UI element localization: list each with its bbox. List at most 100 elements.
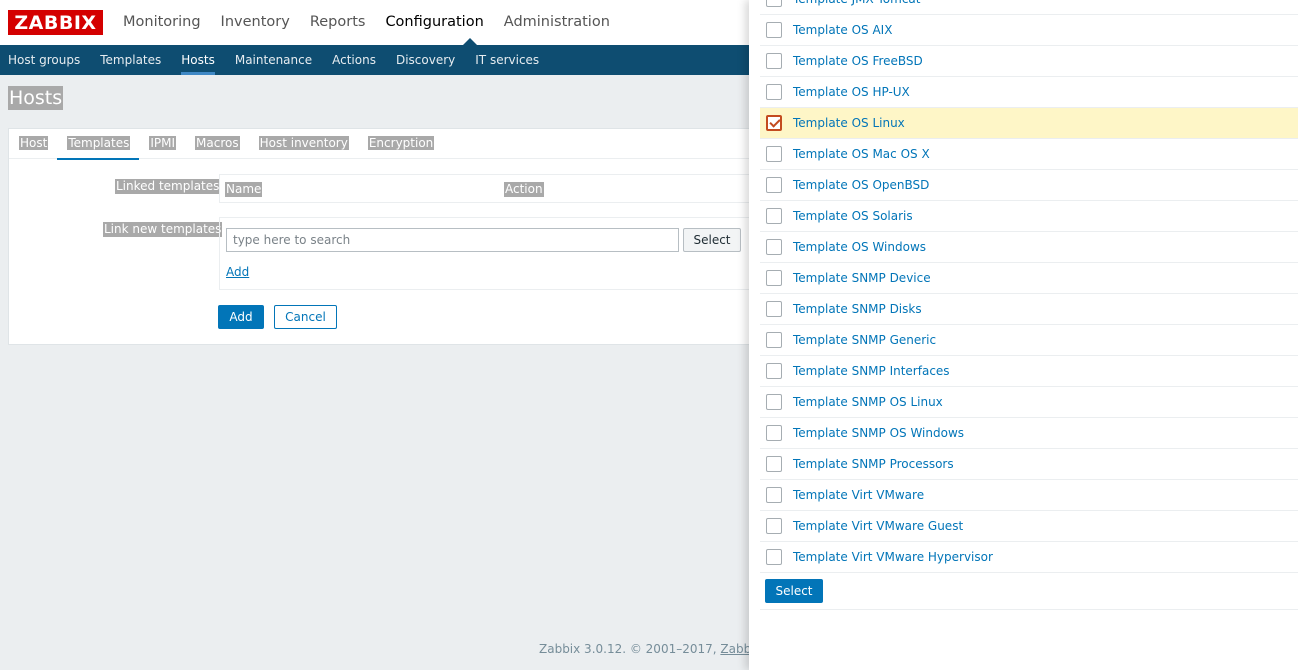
template-name-link[interactable]: Template JMX Tomcat [793, 0, 920, 6]
template-checkbox[interactable] [766, 394, 782, 410]
template-row[interactable]: Template SNMP Device [760, 263, 1298, 294]
template-checkbox[interactable] [766, 456, 782, 472]
select-templates-button[interactable]: Select [683, 228, 741, 252]
template-name-link[interactable]: Template OS OpenBSD [793, 178, 929, 192]
subnav-discovery[interactable]: Discovery [388, 45, 465, 75]
template-name-link[interactable]: Template SNMP Interfaces [793, 364, 950, 378]
template-checkbox[interactable] [766, 518, 782, 534]
template-checkbox[interactable] [766, 0, 782, 7]
tab-ipmi-label: IPMI [149, 136, 177, 150]
template-checkbox[interactable] [766, 332, 782, 348]
overlay-footer: Select [760, 573, 1298, 610]
tab-encryption[interactable]: Encryption [358, 129, 443, 159]
template-name-link[interactable]: Template SNMP Generic [793, 333, 936, 347]
template-row[interactable]: Template SNMP Disks [760, 294, 1298, 325]
subnav-templates[interactable]: Templates [92, 45, 171, 75]
template-checkbox[interactable] [766, 239, 782, 255]
nav-configuration[interactable]: Configuration [375, 0, 493, 45]
footer: Zabbix 3.0.12. © 2001–2017, Zabbix SIA [539, 642, 785, 656]
form-tabs: Host Templates IPMI Macros Host inventor… [9, 129, 769, 160]
nav-reports[interactable]: Reports [300, 0, 376, 45]
template-row[interactable]: Template OS HP-UX [760, 77, 1298, 108]
template-row[interactable]: Template SNMP Interfaces [760, 356, 1298, 387]
active-caret-icon [462, 38, 477, 45]
template-row[interactable]: Template SNMP Processors [760, 449, 1298, 480]
tab-encryption-label: Encryption [367, 136, 435, 150]
template-name-link[interactable]: Template SNMP OS Linux [793, 395, 943, 409]
template-checkbox[interactable] [766, 301, 782, 317]
page-title: Hosts [8, 86, 64, 110]
template-checkbox[interactable] [766, 487, 782, 503]
template-name-link[interactable]: Template OS Windows [793, 240, 926, 254]
footer-copyright: Zabbix 3.0.12. © 2001–2017, [539, 642, 721, 656]
template-row[interactable]: Template OS OpenBSD [760, 170, 1298, 201]
tab-ipmi[interactable]: IPMI [139, 129, 185, 159]
template-row[interactable]: Template SNMP OS Linux [760, 387, 1298, 418]
template-checkbox[interactable] [766, 363, 782, 379]
link-new-templates-label: Link new templates [103, 222, 223, 237]
template-name-link[interactable]: Template SNMP OS Windows [793, 426, 964, 440]
template-search-input[interactable] [226, 228, 679, 252]
nav-configuration-label: Configuration [385, 14, 484, 30]
tab-host-inventory-label: Host inventory [258, 136, 349, 150]
template-name-link[interactable]: Template Virt VMware [793, 488, 924, 502]
tab-host-label: Host [19, 136, 49, 150]
template-checkbox[interactable] [766, 549, 782, 565]
template-checkbox[interactable] [766, 84, 782, 100]
template-name-link[interactable]: Template SNMP Device [793, 271, 931, 285]
subnav-host-groups[interactable]: Host groups [0, 45, 90, 75]
template-name-link[interactable]: Template OS Mac OS X [793, 147, 930, 161]
tab-macros[interactable]: Macros [185, 129, 249, 159]
template-name-link[interactable]: Template SNMP Processors [793, 457, 954, 471]
template-name-link[interactable]: Template OS HP-UX [793, 85, 910, 99]
template-row[interactable]: Template OS Mac OS X [760, 139, 1298, 170]
template-row[interactable]: Template OS AIX [760, 15, 1298, 46]
add-template-link[interactable]: Add [226, 265, 249, 279]
template-checkbox[interactable] [766, 146, 782, 162]
overlay-select-button[interactable]: Select [765, 579, 823, 603]
template-row[interactable]: Template Virt VMware Guest [760, 511, 1298, 542]
template-checkbox[interactable] [766, 22, 782, 38]
nav-monitoring[interactable]: Monitoring [113, 0, 211, 45]
template-row[interactable]: Template SNMP OS Windows [760, 418, 1298, 449]
template-row[interactable]: Template JMX Tomcat [760, 0, 1298, 15]
template-row[interactable]: Template OS FreeBSD [760, 46, 1298, 77]
template-name-link[interactable]: Template OS AIX [793, 23, 892, 37]
template-row[interactable]: Template Virt VMware [760, 480, 1298, 511]
col-action-header: Action [504, 182, 544, 197]
template-checkbox[interactable] [766, 208, 782, 224]
template-checkbox[interactable] [766, 270, 782, 286]
subnav-hosts[interactable]: Hosts [173, 45, 225, 75]
link-new-templates-box: Select Add [219, 217, 769, 290]
template-name-link[interactable]: Template OS Solaris [793, 209, 913, 223]
add-button[interactable]: Add [218, 305, 264, 329]
template-checkbox[interactable] [766, 53, 782, 69]
template-checkbox[interactable] [766, 425, 782, 441]
nav-administration[interactable]: Administration [494, 0, 620, 45]
template-name-link[interactable]: Template Virt VMware Guest [793, 519, 963, 533]
template-checkbox[interactable] [766, 177, 782, 193]
tab-templates[interactable]: Templates [57, 129, 140, 160]
tab-macros-label: Macros [195, 136, 240, 150]
subnav-it-services[interactable]: IT services [467, 45, 549, 75]
template-row[interactable]: Template OS Windows [760, 232, 1298, 263]
template-row[interactable]: Template SNMP Generic [760, 325, 1298, 356]
template-row[interactable]: Template Virt VMware Hypervisor [760, 542, 1298, 573]
template-name-link[interactable]: Template SNMP Disks [793, 302, 922, 316]
cancel-button[interactable]: Cancel [274, 305, 337, 329]
main-nav: Monitoring Inventory Reports Configurati… [113, 0, 620, 45]
tab-templates-label: Templates [67, 136, 131, 150]
template-row[interactable]: Template OS Linux [760, 108, 1298, 139]
template-name-link[interactable]: Template OS Linux [793, 116, 905, 130]
template-checkbox[interactable] [766, 115, 782, 131]
template-row[interactable]: Template OS Solaris [760, 201, 1298, 232]
tab-host-inventory[interactable]: Host inventory [249, 129, 358, 159]
linked-templates-table: Name Action [219, 174, 769, 203]
zabbix-logo[interactable]: ZABBIX [8, 10, 103, 35]
subnav-maintenance[interactable]: Maintenance [227, 45, 322, 75]
tab-host[interactable]: Host [9, 129, 57, 159]
template-name-link[interactable]: Template Virt VMware Hypervisor [793, 550, 993, 564]
template-name-link[interactable]: Template OS FreeBSD [793, 54, 923, 68]
subnav-actions[interactable]: Actions [324, 45, 386, 75]
nav-inventory[interactable]: Inventory [211, 0, 300, 45]
